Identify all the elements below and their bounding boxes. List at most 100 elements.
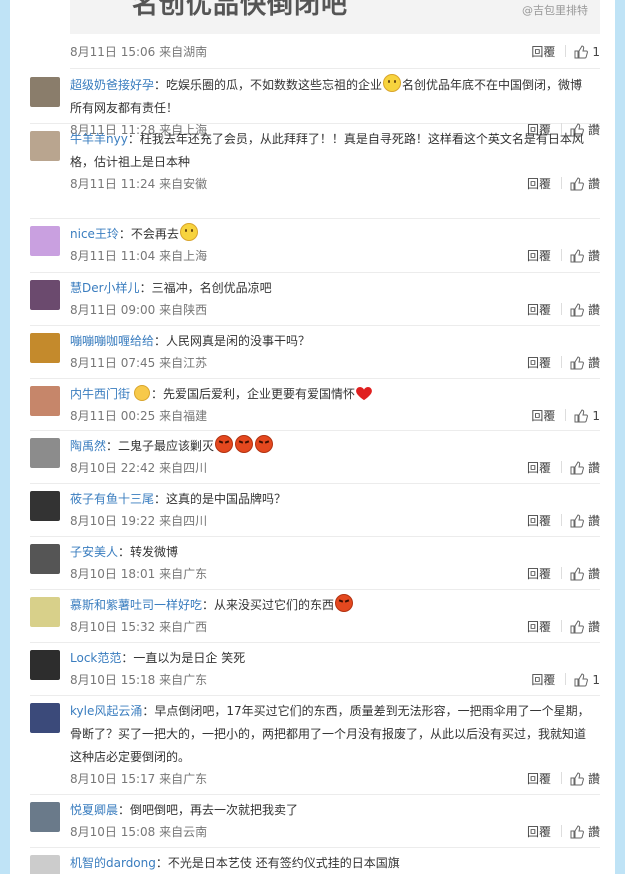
username-link[interactable]: 嘣嘣嘣咖喱给给 xyxy=(70,334,154,348)
like-button[interactable]: 1 xyxy=(574,673,600,687)
heart-emoji-icon xyxy=(356,387,372,401)
avatar[interactable] xyxy=(30,703,60,733)
comment-item: 牛羊羊nyy：枉我去年还充了会员，从此拜拜了！！真是自寻死路！这样看这个英文名是… xyxy=(30,123,600,219)
username-link[interactable]: 悦夏卿晨 xyxy=(70,803,118,817)
reply-button[interactable]: 回覆 xyxy=(527,567,551,581)
avatar[interactable] xyxy=(30,280,60,310)
like-button[interactable]: 讚 xyxy=(570,177,600,191)
like-button[interactable]: 讚 xyxy=(570,461,600,475)
comment-time: 8月10日 15:32 xyxy=(70,620,160,634)
comment-time: 8月10日 15:08 xyxy=(70,825,160,839)
reply-button[interactable]: 回覆 xyxy=(527,514,551,528)
like-count: 1 xyxy=(592,45,600,59)
comment-item: 机智的dardong：不光是日本艺伎 还有签约仪式挂的日本国旗 xyxy=(30,847,600,874)
comment-body: ：先爱国后爱利，企业更要有爱国情怀 xyxy=(151,387,356,401)
username-link[interactable]: 陶禹然 xyxy=(70,439,106,453)
reply-button[interactable]: 回覆 xyxy=(527,772,551,786)
avatar[interactable] xyxy=(30,131,60,161)
reply-button[interactable]: 回覆 xyxy=(531,45,555,59)
avatar[interactable] xyxy=(30,597,60,627)
comment-body: ：倒吧倒吧，再去一次就把我卖了 xyxy=(118,803,299,817)
comment-timestamp: 8月10日 15:08 来自云南 xyxy=(70,823,207,840)
reply-button[interactable]: 回覆 xyxy=(527,177,551,191)
comment-timestamp: 8月10日 15:32 来自广西 xyxy=(70,618,207,635)
username-link[interactable]: 慕斯和紫薯吐司一样好吃 xyxy=(70,598,202,612)
from-prefix: 来自 xyxy=(159,45,184,59)
avatar[interactable] xyxy=(30,333,60,363)
comment-item: 嘣嘣嘣咖喱给给：人民网真是闲的没事干吗？ 8月11日 07:45 来自江苏 回覆讚 xyxy=(30,325,600,379)
avatar[interactable] xyxy=(30,650,60,680)
avatar[interactable] xyxy=(30,226,60,256)
username-link[interactable]: 慧Der小样儿 xyxy=(70,281,140,295)
post-meta-row: 8月11日 15:06 来自湖南 回覆 1 xyxy=(70,34,600,69)
like-button[interactable]: 讚 xyxy=(570,620,600,634)
username-link[interactable]: 内牛西门街 xyxy=(70,387,130,401)
avatar[interactable] xyxy=(30,386,60,416)
comment-time: 8月11日 00:25 xyxy=(70,409,160,423)
username-link[interactable]: 机智的dardong xyxy=(70,856,156,870)
comment-text: 内牛西门街 ：先爱国后爱利，企业更要有爱国情怀 xyxy=(70,383,590,406)
like-button[interactable]: 讚 xyxy=(570,249,600,263)
comment-text: 嘣嘣嘣咖喱给给：人民网真是闲的没事干吗？ xyxy=(70,330,590,353)
username-link[interactable]: kyle风起云涌 xyxy=(70,704,142,718)
like-button[interactable]: 讚 xyxy=(570,356,600,370)
post-image[interactable]: 名创优品快倒闭吧 @吉包里排特 xyxy=(70,0,600,34)
username-link[interactable]: 莜子有鱼十三尾 xyxy=(70,492,154,506)
comment-body: ：二鬼子最应该剿灭 xyxy=(106,439,215,453)
comment-panel: 名创优品快倒闭吧 @吉包里排特 8月11日 15:06 来自湖南 回覆 1 超级奶… xyxy=(10,0,615,874)
username-link[interactable]: 超级奶爸接好孕 xyxy=(70,78,154,92)
comment-timestamp: 8月10日 15:17 来自广东 xyxy=(70,770,207,787)
avatar[interactable] xyxy=(30,544,60,574)
comment-actions: 回覆 讚 xyxy=(527,301,600,318)
like-label: 讚 xyxy=(587,356,600,370)
like-button[interactable]: 讚 xyxy=(570,514,600,528)
comment-time: 8月10日 19:22 xyxy=(70,514,160,528)
username-link[interactable]: 子安美人 xyxy=(70,545,118,559)
avatar[interactable] xyxy=(30,438,60,468)
reply-button[interactable]: 回覆 xyxy=(527,620,551,634)
reply-button[interactable]: 回覆 xyxy=(527,356,551,370)
comment-text: Lock范范：一直以为是日企 笑死 xyxy=(70,647,590,670)
avatar[interactable] xyxy=(30,855,60,874)
like-label: 讚 xyxy=(587,303,600,317)
comment-actions: 回覆 讚 xyxy=(527,354,600,371)
username-link[interactable]: Lock范范 xyxy=(70,651,121,665)
like-button[interactable]: 讚 xyxy=(570,825,600,839)
like-button[interactable]: 1 xyxy=(574,409,600,423)
smile-emoji-icon xyxy=(383,74,402,92)
comment-timestamp: 8月11日 09:00 来自陕西 xyxy=(70,301,207,318)
username-link[interactable]: 牛羊羊nyy xyxy=(70,132,128,146)
comment-time: 8月11日 11:24 xyxy=(70,177,160,191)
like-label: 讚 xyxy=(587,514,600,528)
like-button[interactable]: 讚 xyxy=(570,772,600,786)
reply-button[interactable]: 回覆 xyxy=(527,461,551,475)
like-button[interactable]: 讚 xyxy=(570,567,600,581)
avatar[interactable] xyxy=(30,491,60,521)
comment-location: 广东 xyxy=(183,567,208,581)
angry-emoji-icon xyxy=(335,594,354,612)
username-link[interactable]: nice王玲 xyxy=(70,227,119,241)
reply-button[interactable]: 回覆 xyxy=(527,825,551,839)
like-button[interactable]: 讚 xyxy=(570,303,600,317)
from-prefix: 来自 xyxy=(159,409,184,423)
comment-location: 福建 xyxy=(183,409,208,423)
comment-text: 机智的dardong：不光是日本艺伎 还有签约仪式挂的日本国旗 xyxy=(70,852,590,874)
reply-button[interactable]: 回覆 xyxy=(531,409,555,423)
comment-body: ：吃娱乐圈的瓜，不如数数这些忘祖的企业 xyxy=(154,78,383,92)
divider xyxy=(560,461,562,473)
comment-location: 陕西 xyxy=(183,303,208,317)
from-prefix: 来自 xyxy=(159,356,184,370)
divider xyxy=(560,620,562,632)
like-button[interactable]: 1 xyxy=(574,45,600,59)
avatar[interactable] xyxy=(30,77,60,107)
comment-body: ：枉我去年还充了会员，从此拜拜了！！真是自寻死路！这样看这个英文名是有日本风格，… xyxy=(70,132,584,169)
reply-button[interactable]: 回覆 xyxy=(531,673,555,687)
user-badge-icon xyxy=(134,385,151,401)
divider xyxy=(560,356,562,368)
divider xyxy=(560,772,562,784)
avatar[interactable] xyxy=(30,802,60,832)
reply-button[interactable]: 回覆 xyxy=(527,303,551,317)
comment-actions: 回覆 讚 xyxy=(527,247,600,264)
reply-button[interactable]: 回覆 xyxy=(527,249,551,263)
comment-location: 广东 xyxy=(183,772,208,786)
